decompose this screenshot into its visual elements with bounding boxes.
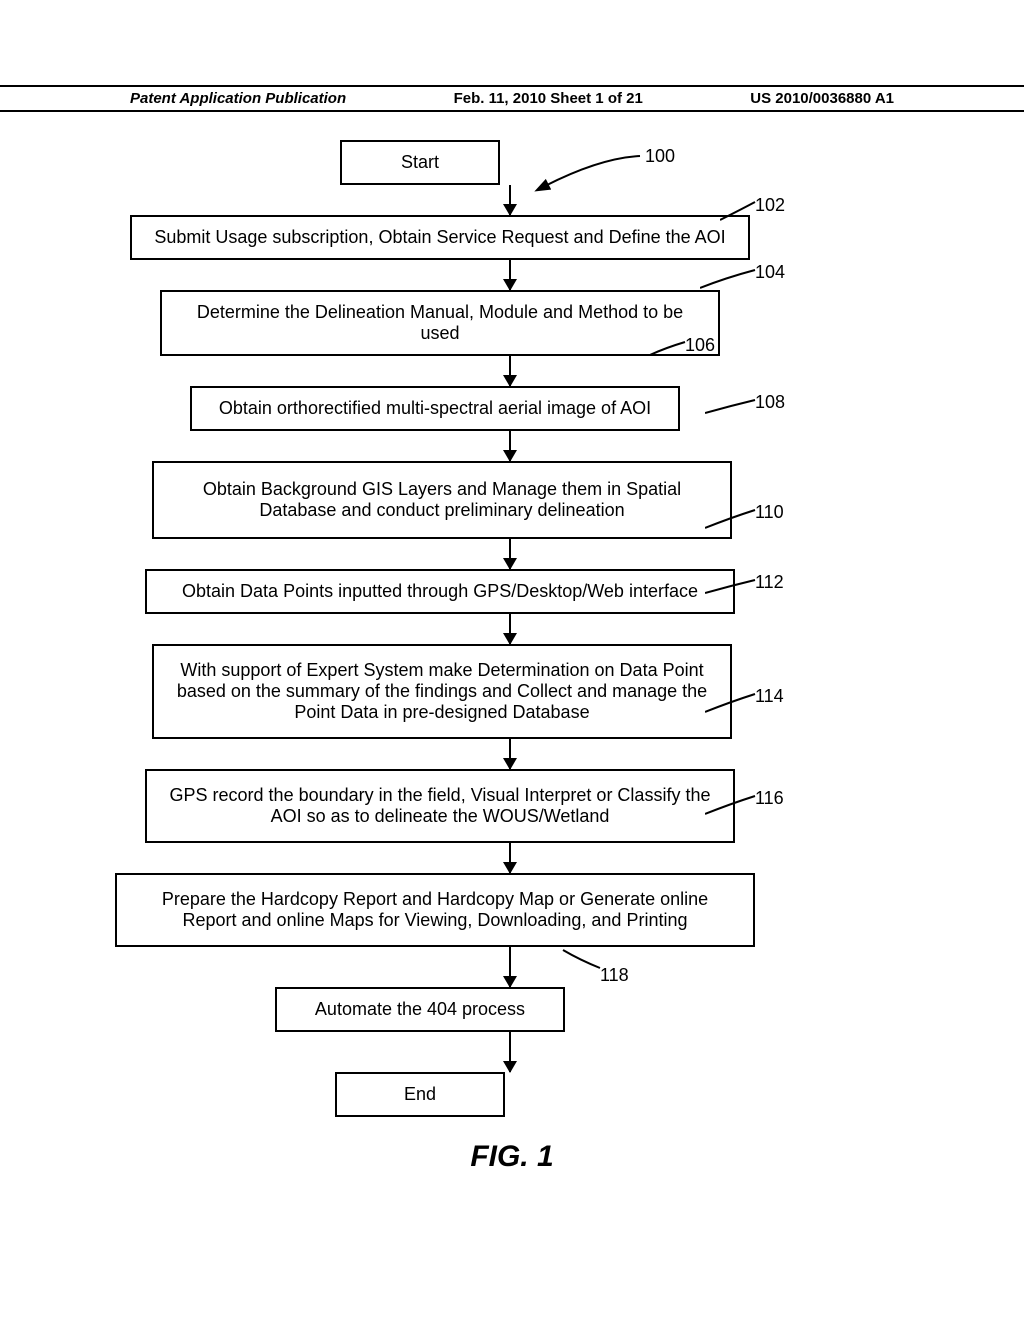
flowchart: 100 102 104 106 108 110 112 114 116 118 …	[130, 140, 890, 1117]
lead-114	[705, 692, 760, 717]
box-118: Automate the 404 process	[275, 987, 565, 1032]
connector	[509, 843, 511, 873]
header-left: Patent Application Publication	[130, 90, 346, 107]
box-114: GPS record the boundary in the field, Vi…	[145, 769, 735, 843]
lead-100	[530, 148, 650, 198]
header-right: US 2010/0036880 A1	[750, 90, 894, 107]
box-112: With support of Expert System make Deter…	[152, 644, 732, 739]
connector	[509, 356, 511, 386]
lead-106	[650, 340, 690, 360]
connector	[509, 185, 511, 215]
lead-102	[720, 200, 770, 225]
box-108: Obtain Background GIS Layers and Manage …	[152, 461, 732, 539]
lead-104	[700, 268, 760, 293]
figure-label: FIG. 1	[0, 1140, 1024, 1174]
lead-108	[705, 398, 760, 418]
lead-112	[705, 578, 760, 598]
connector	[509, 1032, 511, 1072]
box-110: Obtain Data Points inputted through GPS/…	[145, 569, 735, 614]
box-116: Prepare the Hardcopy Report and Hardcopy…	[115, 873, 755, 947]
box-104: Determine the Delineation Manual, Module…	[160, 290, 720, 356]
connector	[509, 539, 511, 569]
box-start: Start	[340, 140, 500, 185]
lead-118	[560, 948, 605, 973]
connector	[509, 614, 511, 644]
header-center: Feb. 11, 2010 Sheet 1 of 21	[454, 90, 643, 107]
connector	[509, 431, 511, 461]
lead-116	[705, 794, 760, 819]
box-end: End	[335, 1072, 505, 1117]
connector	[509, 260, 511, 290]
lead-110	[705, 508, 760, 533]
box-106: Obtain orthorectified multi-spectral aer…	[190, 386, 680, 431]
connector	[509, 947, 511, 987]
connector	[509, 739, 511, 769]
box-102: Submit Usage subscription, Obtain Servic…	[130, 215, 750, 260]
page-header: Patent Application Publication Feb. 11, …	[0, 85, 1024, 112]
